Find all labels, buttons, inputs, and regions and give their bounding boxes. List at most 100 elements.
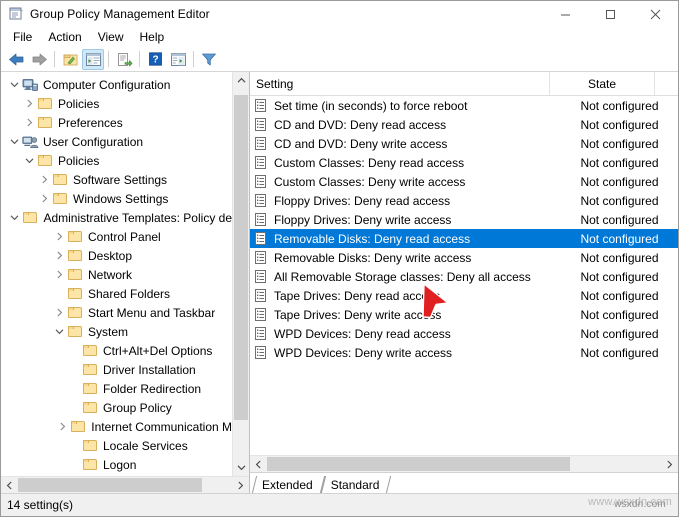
chevron-right-icon[interactable]	[52, 308, 67, 317]
menu-item-view[interactable]: View	[90, 28, 132, 46]
tree-item[interactable]: Windows Settings	[1, 189, 232, 208]
folder-icon	[82, 401, 99, 415]
table-row[interactable]: Tape Drives: Deny read access Not configu…	[250, 286, 678, 305]
tree-item-label: Administrative Templates: Policy de	[43, 210, 232, 225]
tree-item[interactable]: User Configuration	[1, 132, 232, 151]
tree-item[interactable]: Computer Configuration	[1, 75, 232, 94]
forward-icon[interactable]	[28, 49, 50, 70]
setting-name: WPD Devices: Deny write access	[274, 345, 453, 360]
minimize-button[interactable]	[543, 1, 588, 27]
table-row[interactable]: WPD Devices: Deny write access Not config…	[250, 343, 678, 362]
folder-icon	[82, 363, 99, 377]
tree-item[interactable]: Folder Redirection	[1, 379, 232, 398]
chevron-right-icon[interactable]	[37, 175, 52, 184]
scroll-right-arrow-icon[interactable]	[232, 477, 249, 493]
list-scroll-left-arrow-icon[interactable]	[250, 456, 267, 472]
table-row[interactable]: Custom Classes: Deny write access Not con…	[250, 172, 678, 191]
tree-item[interactable]: Group Policy	[1, 398, 232, 417]
scroll-down-arrow-icon[interactable]	[233, 459, 249, 476]
table-row[interactable]: Set time (in seconds) to force reboot Not…	[250, 96, 678, 115]
chevron-right-icon[interactable]	[52, 232, 67, 241]
tree-item[interactable]: Control Panel	[1, 227, 232, 246]
table-row[interactable]: WPD Devices: Deny read access Not configu…	[250, 324, 678, 343]
table-row[interactable]: Floppy Drives: Deny read access Not confi…	[250, 191, 678, 210]
tree-item[interactable]: Network	[1, 265, 232, 284]
console-tree-horizontal-scrollbar[interactable]	[1, 476, 249, 493]
scroll-thumb-horizontal[interactable]	[18, 478, 202, 492]
tree-item[interactable]: Driver Installation	[1, 360, 232, 379]
table-row[interactable]: All Removable Storage classes: Deny all …	[250, 267, 678, 286]
chevron-right-icon[interactable]	[55, 422, 70, 431]
chevron-down-icon[interactable]	[52, 328, 67, 335]
chevron-right-icon[interactable]	[52, 270, 67, 279]
table-row[interactable]: Floppy Drives: Deny write access Not conf…	[250, 210, 678, 229]
tree-item[interactable]: Preferences	[1, 113, 232, 132]
settings-list-horizontal-scrollbar[interactable]	[250, 455, 678, 472]
chevron-down-icon[interactable]	[7, 138, 22, 145]
menu-item-file[interactable]: File	[5, 28, 40, 46]
up-folder-icon[interactable]	[59, 49, 81, 70]
column-header-state[interactable]: State	[550, 72, 655, 95]
table-row[interactable]: Custom Classes: Deny read access Not conf…	[250, 153, 678, 172]
chevron-down-icon[interactable]	[7, 81, 22, 88]
scroll-thumb[interactable]	[234, 95, 248, 420]
folder-icon	[52, 192, 69, 206]
help-icon[interactable]: ?	[144, 49, 166, 70]
setting-name: Tape Drives: Deny write access	[274, 307, 442, 322]
tree-item[interactable]: Desktop	[1, 246, 232, 265]
setting-state: Not configured	[580, 345, 659, 360]
setting-state: Not configured	[580, 174, 659, 189]
setting-name: CD and DVD: Deny read access	[274, 117, 447, 132]
tree-item[interactable]: Internet Communication M	[1, 417, 232, 436]
close-button[interactable]	[633, 1, 678, 27]
menu-item-help[interactable]: Help	[132, 28, 173, 46]
tree-item[interactable]: Administrative Templates: Policy de	[1, 208, 232, 227]
column-header-setting[interactable]: Setting	[250, 72, 550, 95]
list-scroll-track-horizontal[interactable]	[267, 456, 661, 472]
chevron-right-icon[interactable]	[22, 99, 37, 108]
chevron-down-icon[interactable]	[22, 157, 37, 164]
table-row[interactable]: Removable Disks: Deny read access Not con…	[250, 229, 678, 248]
chevron-right-icon[interactable]	[37, 194, 52, 203]
tree-item[interactable]: System	[1, 322, 232, 341]
properties-icon[interactable]	[167, 49, 189, 70]
tree-item[interactable]: Locale Services	[1, 436, 232, 455]
title-bar: Group Policy Management Editor	[1, 1, 678, 27]
scroll-left-arrow-icon[interactable]	[1, 477, 18, 493]
filter-icon[interactable]	[198, 49, 220, 70]
table-row[interactable]: Tape Drives: Deny write access Not config…	[250, 305, 678, 324]
tree-item[interactable]: Shared Folders	[1, 284, 232, 303]
setting-state: Not configured	[580, 231, 659, 246]
export-list-icon[interactable]	[113, 49, 135, 70]
chevron-right-icon[interactable]	[22, 118, 37, 127]
tree-item[interactable]: Software Settings	[1, 170, 232, 189]
tree-item[interactable]: Policies	[1, 151, 232, 170]
maximize-button[interactable]	[588, 1, 633, 27]
table-row[interactable]: CD and DVD: Deny write access Not configu…	[250, 134, 678, 153]
scroll-up-arrow-icon[interactable]	[233, 72, 249, 89]
console-tree[interactable]: Computer Configuration Policies Preference…	[1, 72, 232, 476]
folder-icon	[52, 173, 69, 187]
chevron-down-icon[interactable]	[7, 214, 22, 221]
scroll-track-horizontal[interactable]	[18, 477, 232, 493]
chevron-right-icon[interactable]	[52, 251, 67, 260]
tree-item[interactable]: Policies	[1, 94, 232, 113]
table-row[interactable]: CD and DVD: Deny read access Not configur…	[250, 115, 678, 134]
policy-setting-icon	[255, 289, 268, 302]
list-scroll-right-arrow-icon[interactable]	[661, 456, 678, 472]
table-row[interactable]: Removable Disks: Deny write access Not co…	[250, 248, 678, 267]
tab-extended[interactable]: Extended	[254, 476, 323, 493]
console-tree-vertical-scrollbar[interactable]	[232, 72, 249, 476]
tree-item[interactable]: Ctrl+Alt+Del Options	[1, 341, 232, 360]
settings-list[interactable]: Set time (in seconds) to force reboot Not…	[250, 96, 678, 455]
tree-item[interactable]: Logon	[1, 455, 232, 474]
scroll-track[interactable]	[233, 89, 249, 459]
tree-item[interactable]: Start Menu and Taskbar	[1, 303, 232, 322]
policy-setting-icon	[255, 346, 268, 359]
setting-state: Not configured	[580, 98, 659, 113]
list-scroll-thumb-horizontal[interactable]	[267, 457, 570, 471]
menu-item-action[interactable]: Action	[40, 28, 89, 46]
tab-standard[interactable]: Standard	[323, 476, 390, 493]
show-hide-console-tree-icon[interactable]	[82, 48, 104, 70]
back-icon[interactable]	[5, 49, 27, 70]
